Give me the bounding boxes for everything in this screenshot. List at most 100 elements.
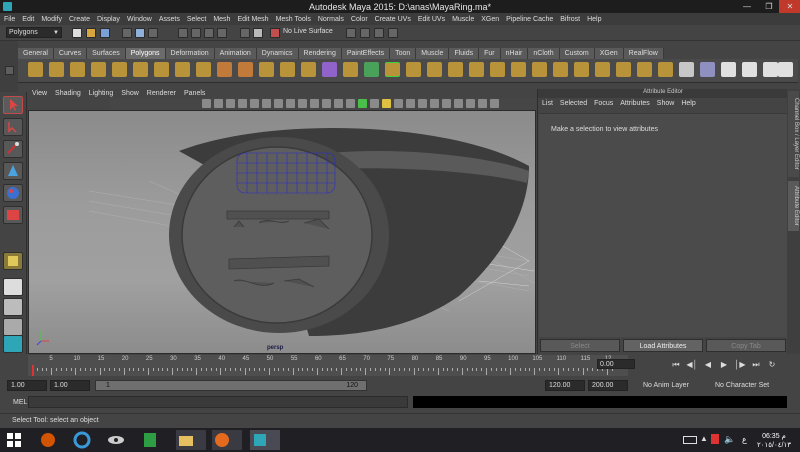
cylindrical-map-icon[interactable] [721, 62, 736, 77]
copy-tab-button[interactable]: Copy Tab [706, 339, 786, 352]
tray-arrow-icon[interactable]: ▲ [700, 434, 708, 443]
loop-icon[interactable]: ↻ [764, 360, 780, 370]
speaker-icon[interactable]: 🔈 [724, 434, 735, 445]
grid-icon[interactable] [250, 99, 259, 108]
poly-pyramid-icon[interactable] [175, 62, 190, 77]
shelf-tab-animation[interactable]: Animation [214, 48, 257, 59]
rotate-tool-icon[interactable] [3, 184, 23, 202]
render-current-icon[interactable] [360, 28, 370, 38]
append-icon[interactable] [427, 62, 442, 77]
wireframe-on-shaded-icon[interactable] [358, 99, 367, 108]
viewport-menu-renderer[interactable]: Renderer [147, 90, 176, 97]
show-manipulator-icon[interactable] [3, 252, 23, 270]
shelf-tab-dynamics[interactable]: Dynamics [256, 48, 299, 59]
media-player-icon[interactable] [38, 430, 68, 450]
ae-menu-help[interactable]: Help [681, 100, 695, 111]
isolate-select-icon[interactable] [454, 99, 463, 108]
depth-of-field-icon[interactable] [442, 99, 451, 108]
perspective-viewport[interactable]: persp [28, 110, 536, 354]
firefox-icon[interactable] [212, 430, 242, 450]
field-chart-icon[interactable] [298, 99, 307, 108]
current-frame-field[interactable]: 0.00 [597, 359, 635, 369]
shelf-tab-muscle[interactable]: Muscle [416, 48, 450, 59]
shelf-tab-curves[interactable]: Curves [53, 48, 88, 59]
eye-app-icon[interactable] [106, 430, 136, 450]
poly-soccer-icon[interactable] [238, 62, 253, 77]
shelf-tab-general[interactable]: General [18, 48, 54, 59]
snap-grid-icon[interactable] [178, 28, 188, 38]
maya-taskbar-icon[interactable] [250, 430, 280, 450]
snap-curve-icon[interactable] [191, 28, 201, 38]
resolution-gate-icon[interactable] [274, 99, 283, 108]
poly-torus-icon[interactable] [133, 62, 148, 77]
boolean-icon[interactable] [343, 62, 358, 77]
poly-cylinder-icon[interactable] [70, 62, 85, 77]
go-to-start-icon[interactable]: ⏮ [668, 360, 684, 370]
render-icon[interactable] [253, 28, 263, 38]
menu-bifrost[interactable]: Bifrost [560, 16, 580, 23]
playback-start-field[interactable]: 1.00 [50, 380, 90, 391]
poly-plane-icon[interactable] [112, 62, 127, 77]
collapse-icon[interactable] [595, 62, 610, 77]
spherical-map-icon[interactable] [742, 62, 757, 77]
close-button[interactable]: ✕ [779, 0, 800, 13]
layout-four-icon[interactable] [3, 298, 23, 316]
wedge-icon[interactable] [511, 62, 526, 77]
keyboard-language[interactable]: ع [742, 435, 747, 444]
viewport-menu-shading[interactable]: Shading [55, 90, 81, 97]
playback-end-field[interactable]: 120.00 [545, 380, 585, 391]
shelf-tab-surfaces[interactable]: Surfaces [87, 48, 126, 59]
menu-create-uvs[interactable]: Create UVs [375, 16, 411, 23]
combine-icon[interactable] [259, 62, 274, 77]
attribute-editor-tab[interactable]: Attribute Editor [788, 181, 799, 231]
safe-title-icon[interactable] [322, 99, 331, 108]
menu-set-select[interactable]: Polygons ▼ [6, 27, 62, 38]
ae-menu-show[interactable]: Show [657, 100, 675, 111]
poly-helix-icon[interactable] [217, 62, 232, 77]
viewport-menu-lighting[interactable]: Lighting [89, 90, 114, 97]
magnet-icon[interactable] [270, 28, 280, 38]
snap-plane-icon[interactable] [217, 28, 227, 38]
start-button-icon[interactable] [4, 430, 34, 450]
flag-icon[interactable] [711, 434, 719, 444]
history-icon[interactable] [240, 28, 250, 38]
ae-menu-focus[interactable]: Focus [594, 100, 613, 111]
shelf-tab-fur[interactable]: Fur [479, 48, 501, 59]
menu-window[interactable]: Window [127, 16, 152, 23]
triangulate-icon[interactable] [658, 62, 673, 77]
merge-icon[interactable] [574, 62, 589, 77]
go-to-end-icon[interactable]: ⏭ [748, 360, 764, 370]
minimize-button[interactable]: — [736, 0, 758, 13]
menu-edit[interactable]: Edit [22, 16, 34, 23]
film-gate-icon[interactable] [262, 99, 271, 108]
file-explorer-icon[interactable] [176, 430, 206, 450]
internet-explorer-icon[interactable] [72, 430, 102, 450]
xray-joints-icon[interactable] [478, 99, 487, 108]
menu-mesh-tools[interactable]: Mesh Tools [276, 16, 311, 23]
start-time-field[interactable]: 1.00 [7, 380, 47, 391]
ambient-occlusion-icon[interactable] [406, 99, 415, 108]
save-scene-icon[interactable] [100, 28, 110, 38]
menu-assets[interactable]: Assets [159, 16, 180, 23]
uv-editor-icon[interactable] [778, 62, 793, 77]
fill-hole-icon[interactable] [616, 62, 631, 77]
mel-label[interactable]: MEL [13, 399, 27, 406]
offset-loop-icon[interactable] [490, 62, 505, 77]
shelf-tab-painteffects[interactable]: PaintEffects [341, 48, 391, 59]
render-view-icon[interactable] [346, 28, 356, 38]
shelf-tab-realflow[interactable]: RealFlow [623, 48, 664, 59]
scale-tool-icon[interactable] [3, 206, 23, 224]
menu-xgen[interactable]: XGen [481, 16, 499, 23]
reduce-icon[interactable] [637, 62, 652, 77]
menu-file[interactable]: File [4, 16, 15, 23]
paint-select-tool-icon[interactable] [3, 140, 23, 158]
safe-action-icon[interactable] [310, 99, 319, 108]
average-vertices-icon[interactable] [364, 62, 379, 77]
shelf-tab-deformation[interactable]: Deformation [165, 48, 215, 59]
camera-attributes-icon[interactable] [214, 99, 223, 108]
extrude-icon[interactable] [532, 62, 547, 77]
move-tool-icon[interactable] [3, 162, 23, 180]
select-hierarchy-icon[interactable] [122, 28, 132, 38]
extract-icon[interactable] [301, 62, 316, 77]
anti-alias-icon[interactable] [430, 99, 439, 108]
